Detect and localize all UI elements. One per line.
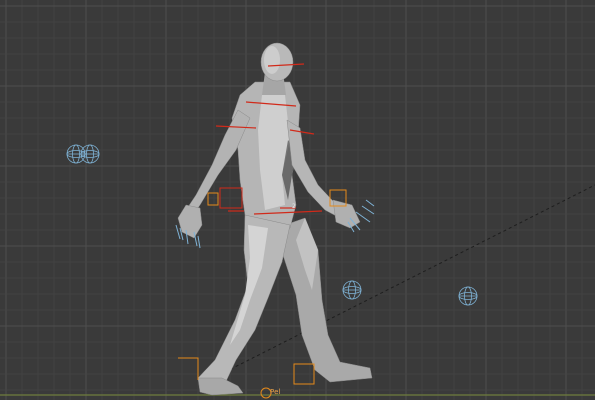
root-bone-label: Pel: [270, 388, 281, 396]
front-foot: [197, 377, 244, 396]
head-highlight: [264, 46, 280, 74]
floor-grid: [0, 0, 595, 400]
foot-pole-bracket[interactable]: [178, 357, 199, 380]
3d-viewport[interactable]: 2 Pel: [0, 0, 595, 400]
wire-sphere-icon[interactable]: [80, 144, 100, 164]
hand-ik-marker-left[interactable]: [207, 192, 219, 206]
wire-sphere-icon[interactable]: [342, 280, 362, 300]
back-leg: [282, 217, 373, 383]
bone-marker-label: 2: [292, 203, 296, 210]
viewport-scene[interactable]: 2: [0, 0, 595, 400]
wire-sphere-icon[interactable]: [458, 286, 478, 306]
